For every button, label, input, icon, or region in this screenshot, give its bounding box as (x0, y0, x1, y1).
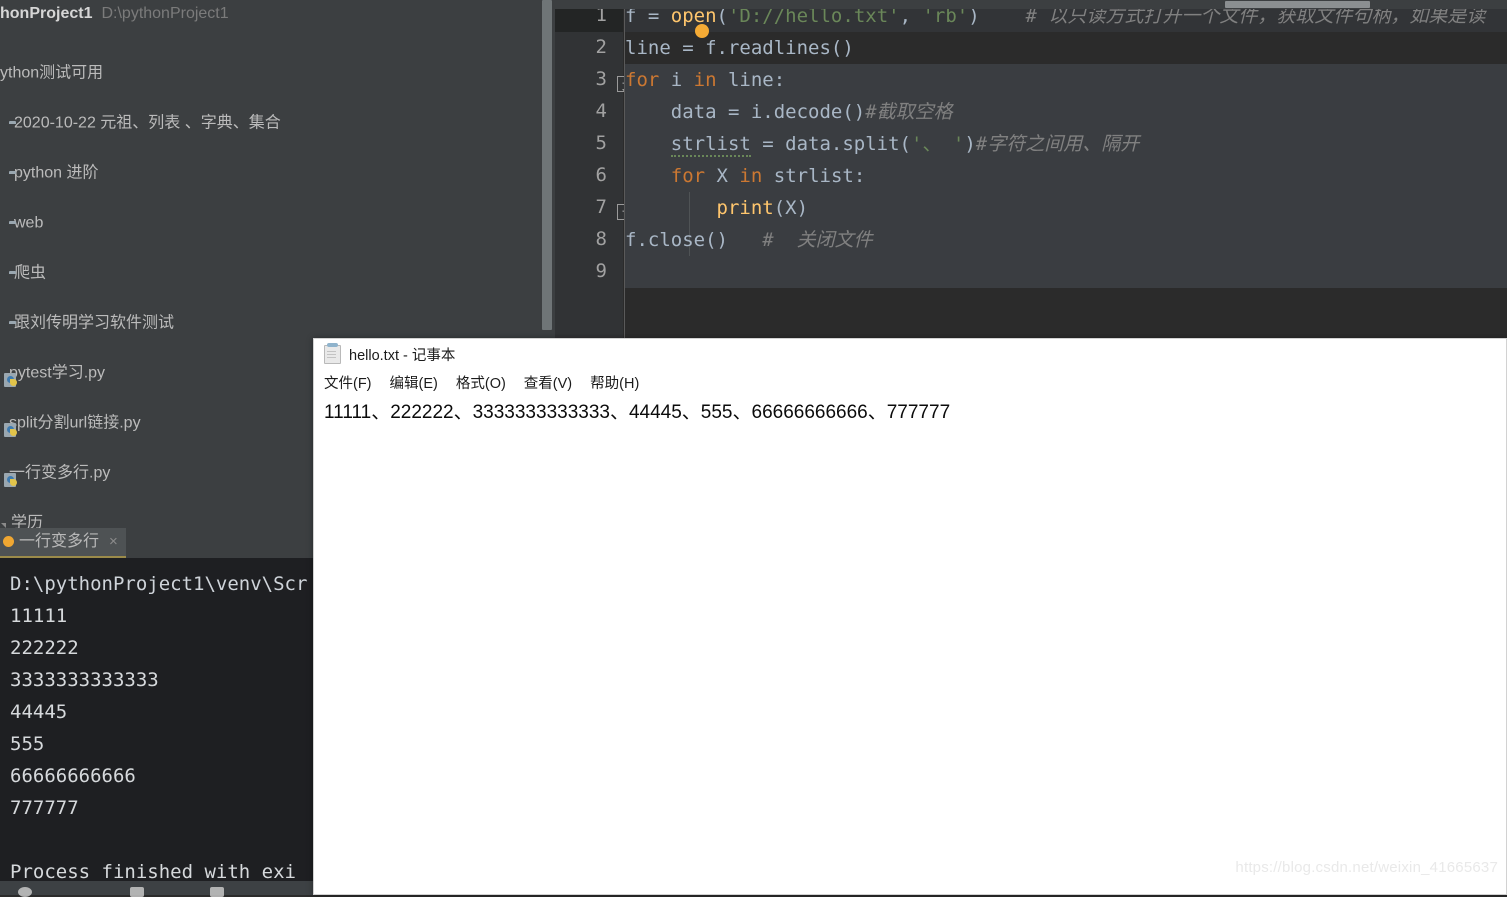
line-number: 9 (595, 260, 607, 282)
close-icon[interactable]: × (109, 533, 118, 550)
code-line-5[interactable]: strlist = data.split('、 ')#字符之间用、隔开 (625, 128, 1139, 160)
project-subfolder-row[interactable]: ython测试可用 (0, 60, 555, 85)
menu-item-edit[interactable]: 编辑(E) (390, 372, 438, 393)
tree-item-folder-3[interactable]: 爬虫 (0, 260, 555, 285)
windows-taskbar[interactable] (0, 881, 313, 897)
watermark: https://blog.csdn.net/weixin_41665637 (1235, 859, 1498, 876)
tree-item-label: 跟刘传明学习软件测试 (14, 314, 175, 332)
tree-item-label: python 进阶 (14, 164, 99, 182)
code-editor[interactable]: 1 2 3 4 5 6 7 8 9 – – f = open('D://hell… (555, 0, 1507, 338)
notepad-icon (324, 342, 341, 364)
project-name: honProject1 (0, 5, 93, 22)
notepad-menu-bar[interactable]: 文件(F) 编辑(E) 格式(O) 查看(V) 帮助(H) (314, 369, 1506, 395)
tree-item-label: 爬虫 (14, 264, 47, 282)
project-root-row[interactable]: honProject1 D:\pythonProject1 (0, 0, 555, 27)
tree-item-label: 一行变多行.py (9, 464, 111, 482)
run-tab-label: 一行变多行 (19, 533, 100, 550)
tree-item-folder-4[interactable]: 跟刘传明学习软件测试 (0, 310, 555, 335)
taskbar-icon[interactable] (18, 887, 32, 897)
taskbar-icon[interactable] (210, 887, 224, 897)
line-number: 5 (595, 132, 607, 154)
line-number: 6 (595, 164, 607, 186)
editor-gutter[interactable]: 1 2 3 4 5 6 7 8 9 – – (555, 0, 634, 338)
code-line-2[interactable]: line = f.readlines() (625, 32, 854, 64)
line-number: 2 (595, 36, 607, 58)
tree-item-label: pytest学习.py (9, 364, 106, 382)
menu-item-file[interactable]: 文件(F) (324, 372, 372, 393)
editor-horizontal-scrollbar-thumb[interactable] (1225, 1, 1370, 8)
editor-vertical-scrollbar-thumb[interactable] (542, 0, 552, 330)
code-line-7[interactable]: print(X) (625, 192, 809, 224)
code-line-4[interactable]: data = i.decode()#截取空格 (625, 96, 953, 128)
line-number: 7 (595, 196, 607, 218)
code-line-6[interactable]: for X in strlist: (625, 160, 866, 192)
tree-item-label: 2020-10-22 元祖、列表 、字典、集合 (14, 114, 281, 132)
notepad-window[interactable]: hello.txt - 记事本 文件(F) 编辑(E) 格式(O) 查看(V) … (313, 338, 1507, 895)
project-subtitle: ython测试可用 (0, 64, 104, 82)
notepad-title: hello.txt - 记事本 (349, 347, 456, 364)
code-content[interactable]: f = open('D://hello.txt', 'rb') # 以只读方式打… (625, 0, 1507, 338)
tree-item-label: 学历 (11, 514, 44, 528)
run-status-icon (3, 536, 14, 548)
menu-item-view[interactable]: 查看(V) (524, 372, 572, 393)
tree-item-folder-0[interactable]: 2020-10-22 元祖、列表 、字典、集合 (0, 110, 555, 135)
tree-item-folder-2[interactable]: web (0, 210, 555, 235)
code-line-8[interactable]: f.close() # 关闭文件 (625, 224, 873, 256)
line-number: 3 (595, 68, 607, 90)
tree-item-label: split分割url链接.py (9, 414, 141, 432)
menu-item-format[interactable]: 格式(O) (456, 372, 506, 393)
tree-item-folder-1[interactable]: python 进阶 (0, 160, 555, 185)
notepad-text-area[interactable]: 11111、222222、3333333333333、44445、555、666… (314, 395, 1506, 424)
code-line-3[interactable]: for i in line: (625, 64, 785, 96)
line-number: 4 (595, 100, 607, 122)
notepad-title-bar[interactable]: hello.txt - 记事本 (314, 339, 1506, 369)
line-number: 8 (595, 228, 607, 250)
project-path: D:\pythonProject1 (101, 5, 229, 22)
menu-item-help[interactable]: 帮助(H) (590, 372, 639, 393)
taskbar-icon[interactable] (130, 887, 144, 897)
run-tab[interactable]: 一行变多行 × (0, 528, 126, 558)
tree-item-label: web (14, 214, 44, 232)
